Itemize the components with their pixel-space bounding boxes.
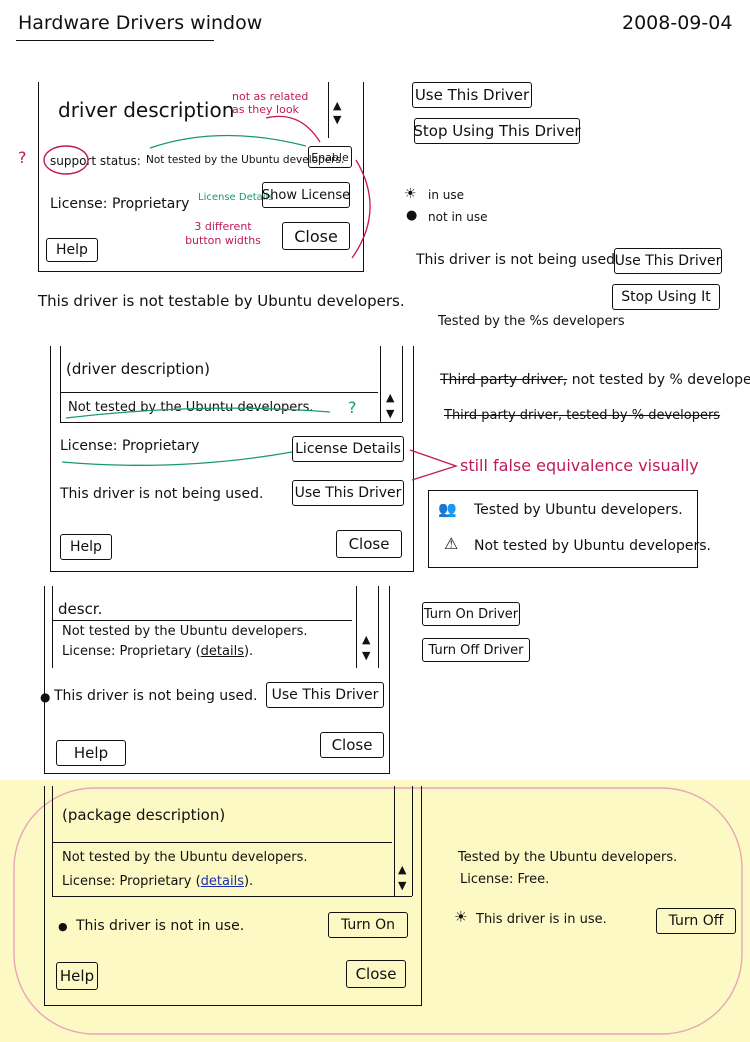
annotation-strokes — [43, 115, 459, 481]
